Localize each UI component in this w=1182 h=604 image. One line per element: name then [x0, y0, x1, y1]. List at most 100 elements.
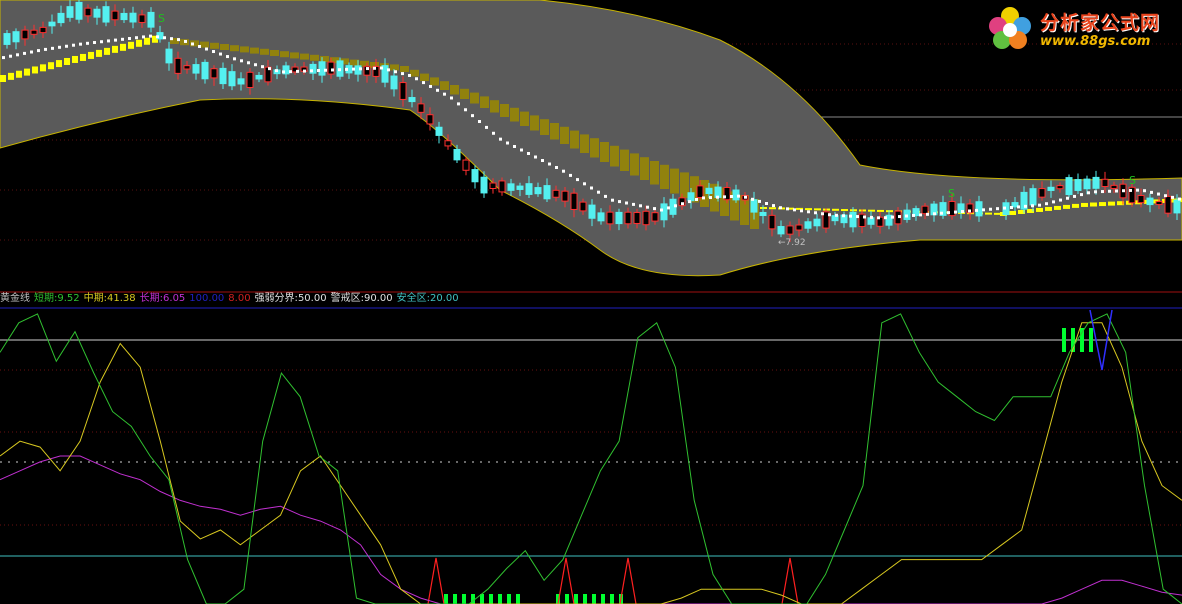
- trend-dot: [422, 81, 425, 85]
- candle-body: [210, 68, 218, 79]
- trend-dot: [107, 39, 110, 43]
- candle-body: [1074, 179, 1082, 191]
- trend-block: [660, 164, 669, 189]
- short-label: 短期:: [34, 293, 58, 304]
- long-term-line: [0, 455, 1182, 604]
- trend-dot: [975, 208, 978, 212]
- support-block: [112, 45, 118, 53]
- trend-dot: [590, 186, 593, 190]
- trend-dot: [464, 108, 467, 112]
- trend-dot: [492, 131, 495, 135]
- extra-value-2: 8.00: [228, 293, 251, 304]
- trend-dot: [121, 37, 124, 41]
- candle-body: [534, 187, 542, 195]
- trend-dot: [471, 114, 474, 118]
- site-logo[interactable]: 分析家公式网 www.88gs.com: [980, 2, 1180, 54]
- trend-dot: [786, 207, 789, 211]
- signal-bar: [489, 594, 493, 604]
- trend-block: [260, 48, 269, 55]
- trend-block: [620, 149, 629, 171]
- trend-dot: [366, 67, 369, 71]
- trend-dot: [275, 69, 278, 73]
- candle-body: [588, 204, 596, 219]
- trend-dot: [821, 212, 824, 216]
- spike-signal: [427, 557, 445, 604]
- spike-signal: [781, 557, 799, 604]
- candle-body: [498, 180, 506, 193]
- signal-bar: [1089, 328, 1093, 352]
- trend-dot: [1087, 191, 1090, 195]
- trend-dot: [457, 102, 460, 106]
- trend-dot: [996, 207, 999, 211]
- trend-dot: [401, 72, 404, 76]
- candle-body: [759, 211, 767, 217]
- indicator-panel[interactable]: [0, 307, 1182, 604]
- candle-body: [12, 31, 20, 43]
- trend-dot: [1010, 206, 1013, 209]
- trend-block: [440, 81, 449, 90]
- signal-bar: [601, 594, 605, 604]
- candle-body: [39, 26, 47, 34]
- signal-bar: [453, 594, 457, 604]
- trend-dot: [331, 68, 334, 72]
- candle-body: [1029, 188, 1037, 206]
- trend-block: [520, 111, 529, 126]
- candle-body: [1173, 199, 1181, 214]
- trend-dot: [9, 54, 12, 58]
- candle-body: [1101, 178, 1109, 188]
- candle-body: [471, 169, 479, 183]
- trend-dot: [163, 36, 166, 40]
- trend-dot: [310, 69, 313, 73]
- trend-dot: [639, 204, 642, 208]
- trend-dot: [758, 199, 761, 203]
- trend-dot: [891, 215, 894, 219]
- candle-body: [804, 221, 812, 229]
- trend-block: [610, 145, 619, 167]
- trend-dot: [114, 38, 117, 42]
- candle-body: [1110, 184, 1118, 190]
- trend-dot: [569, 173, 572, 177]
- trend-dot: [737, 194, 740, 198]
- support-block: [104, 47, 110, 55]
- candle-body: [120, 12, 128, 21]
- support-block: [64, 57, 70, 65]
- candle-body: [111, 10, 119, 21]
- support-block: [832, 208, 839, 211]
- trend-block: [670, 168, 679, 194]
- trend-dot: [415, 77, 418, 81]
- trend-block: [480, 96, 489, 108]
- trend-dot: [1115, 189, 1118, 193]
- trend-block: [540, 119, 549, 135]
- trend-dot: [982, 208, 985, 212]
- trend-dot: [884, 216, 887, 220]
- trend-block: [530, 115, 539, 131]
- candle-body: [552, 189, 560, 198]
- trend-dot: [16, 53, 19, 57]
- candle-body: [507, 183, 515, 191]
- candle-body: [93, 8, 101, 18]
- trend-dot: [835, 213, 838, 217]
- support-block: [80, 53, 86, 61]
- candle-body: [768, 214, 776, 230]
- trend-dot: [814, 211, 817, 215]
- candle-body: [174, 57, 182, 74]
- trend-dot: [968, 209, 971, 213]
- trend-dot: [86, 41, 89, 45]
- candle-body: [201, 61, 209, 80]
- trend-dot: [205, 47, 208, 51]
- signal-bar: [1080, 328, 1084, 352]
- trend-dot: [779, 206, 782, 210]
- candle-body: [102, 6, 110, 23]
- flower-logo-icon: [989, 7, 1031, 49]
- trend-dot: [765, 202, 768, 205]
- trend-dot: [807, 210, 810, 214]
- trend-dot: [933, 212, 936, 216]
- trend-dot: [72, 43, 75, 47]
- candle-body: [57, 12, 65, 24]
- trend-dot: [877, 216, 880, 220]
- logo-url: www.88gs.com: [1040, 34, 1151, 49]
- trend-dot: [1059, 198, 1062, 202]
- signal-bar: [592, 594, 596, 604]
- candle-body: [444, 140, 452, 147]
- candle-body: [228, 71, 236, 87]
